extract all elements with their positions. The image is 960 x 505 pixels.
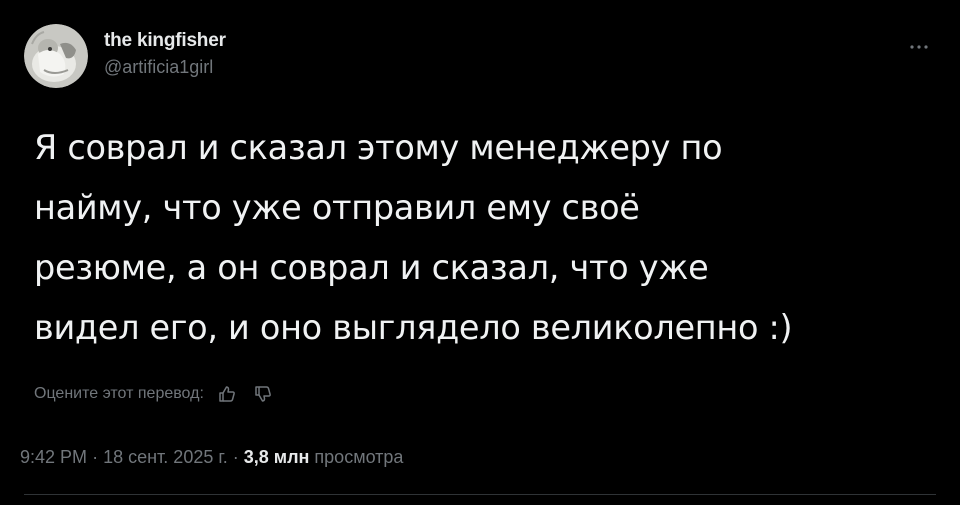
translation-rating: Оцените этот перевод: bbox=[34, 380, 276, 408]
more-options-button[interactable] bbox=[906, 34, 932, 60]
author-info: the kingfisher @artificia1girl bbox=[104, 29, 226, 78]
thumbs-down-icon bbox=[255, 386, 271, 402]
views-label: просмотра bbox=[314, 447, 404, 467]
tweet-text: Я соврал и сказал этому менеджеру по най… bbox=[34, 118, 934, 358]
views-count[interactable]: 3,8 млн bbox=[244, 447, 310, 467]
meta-separator: · bbox=[92, 447, 99, 467]
author-display-name[interactable]: the kingfisher bbox=[104, 29, 226, 53]
more-horizontal-icon bbox=[910, 45, 928, 49]
avatar[interactable] bbox=[24, 24, 88, 88]
translation-rate-label: Оцените этот перевод: bbox=[34, 385, 204, 402]
divider bbox=[24, 494, 936, 495]
tweet-text-line: видел его, и оно выглядело великолепно :… bbox=[34, 308, 793, 347]
tweet-time[interactable]: 9:42 PM bbox=[20, 447, 87, 467]
tweet-text-line: резюме, а он соврал и сказал, что уже bbox=[34, 248, 709, 287]
tweet-date[interactable]: 18 сент. 2025 г. bbox=[103, 447, 228, 467]
avatar-image bbox=[24, 24, 88, 88]
tweet-meta: 9:42 PM · 18 сент. 2025 г. · 3,8 млн про… bbox=[20, 447, 403, 468]
tweet-text-line: Я соврал и сказал этому менеджеру по bbox=[34, 128, 723, 167]
tweet-text-line: найму, что уже отправил ему своё bbox=[34, 188, 640, 227]
thumbs-up-button[interactable] bbox=[214, 381, 240, 407]
tweet-card: the kingfisher @artificia1girl Я соврал … bbox=[0, 0, 960, 505]
thumbs-down-button[interactable] bbox=[250, 381, 276, 407]
author-handle[interactable]: @artificia1girl bbox=[104, 56, 226, 78]
thumbs-up-icon bbox=[219, 386, 235, 402]
meta-separator: · bbox=[232, 447, 239, 467]
